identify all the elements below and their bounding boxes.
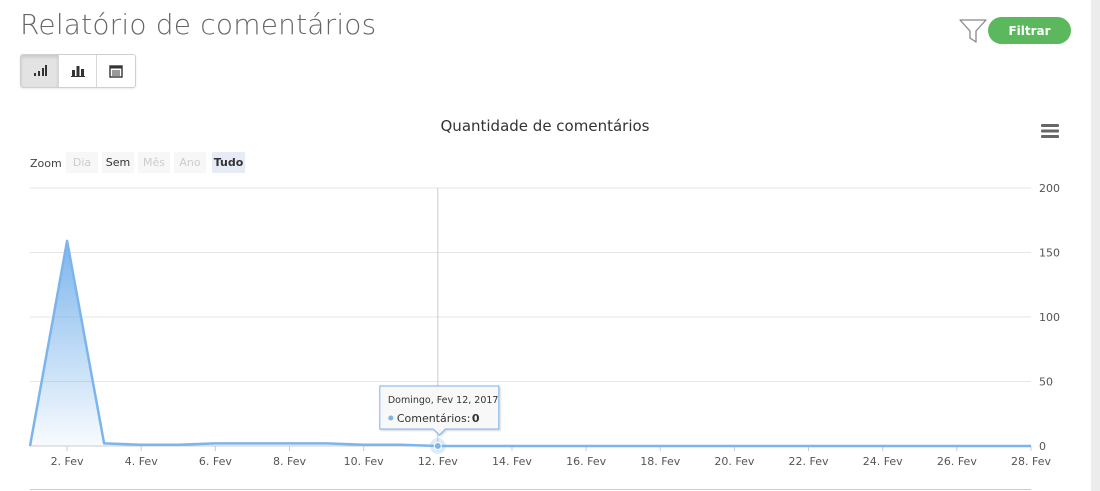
report-panel: Relatório de comentários Filtrar Quantid… [0, 0, 1091, 491]
tooltip-series-label: Comentários: [397, 412, 471, 425]
zoom-button-label: Sem [106, 156, 130, 169]
x-tick-label: 16. Fev [566, 455, 606, 468]
bottom-divider [30, 489, 1031, 490]
y-tick-label: 50 [1039, 376, 1053, 389]
y-tick-label: 0 [1039, 440, 1046, 453]
x-tick-label: 8. Fev [273, 455, 306, 468]
chart-menu-icon[interactable] [1041, 124, 1059, 138]
x-tick-label: 18. Fev [640, 455, 680, 468]
x-tick-label: 2. Fev [51, 455, 84, 468]
zoom-label: Zoom [30, 157, 62, 170]
zoom-button-label: Dia [73, 156, 91, 169]
x-tick-label: 12. Fev [418, 455, 458, 468]
zoom-button-label: Tudo [214, 156, 244, 169]
chart-title: Quantidade de comentários [441, 117, 650, 135]
x-tick-label: 14. Fev [492, 455, 532, 468]
x-tick-label: 6. Fev [199, 455, 232, 468]
y-tick-label: 100 [1039, 311, 1060, 324]
x-tick-label: 10. Fev [344, 455, 384, 468]
zoom-button-label: Ano [179, 156, 200, 169]
x-tick-label: 24. Fev [863, 455, 903, 468]
x-tick-label: 4. Fev [125, 455, 158, 468]
series-line [28, 239, 1031, 448]
series-area [30, 240, 1031, 446]
y-tick-label: 200 [1039, 182, 1060, 195]
x-tick-label: 20. Fev [714, 455, 754, 468]
x-tick-label: 26. Fev [937, 455, 977, 468]
tooltip-date: Domingo, Fev 12, 2017 [388, 395, 499, 406]
hover-point [433, 442, 442, 450]
x-tick-label: 22. Fev [789, 455, 829, 468]
tooltip-box [379, 385, 500, 436]
x-tick-label: 28. Fev [1011, 455, 1051, 468]
zoom-button-label: Mês [143, 156, 165, 169]
tooltip-value: 0 [472, 412, 480, 425]
tooltip-series-dot [388, 415, 394, 421]
y-tick-label: 150 [1039, 247, 1060, 260]
comments-chart: Quantidade de comentários Zoom Dia Sem Mês An… [28, 117, 1060, 468]
